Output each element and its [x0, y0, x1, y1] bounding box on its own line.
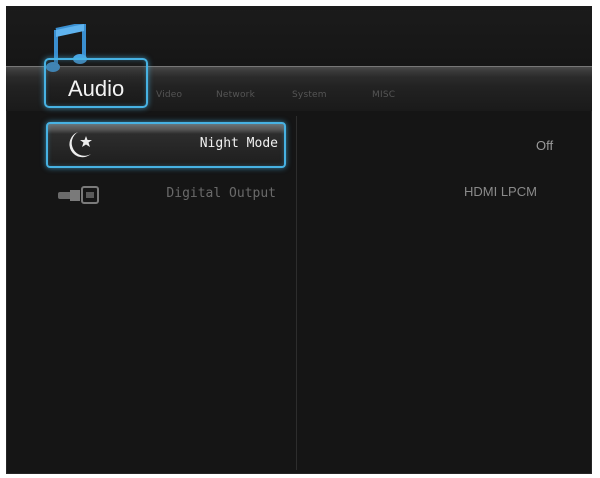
tab-system[interactable]: System: [292, 90, 327, 100]
digital-output-value: HDMI LPCM: [464, 184, 537, 199]
setup-screen: Audio Video Network System MISC Night Mo…: [6, 6, 592, 474]
tab-misc[interactable]: MISC: [372, 90, 395, 100]
tab-video[interactable]: Video: [156, 90, 182, 100]
night-mode-label: Night Mode: [199, 136, 278, 151]
hdmi-cable-icon: [58, 186, 99, 204]
digital-output-label: Digital Output: [166, 186, 276, 201]
tab-audio-label: Audio: [68, 76, 125, 101]
menu-item-digital-output[interactable]: Digital Output: [46, 174, 282, 216]
night-mode-value: Off: [536, 138, 554, 153]
tab-network[interactable]: Network: [216, 90, 255, 100]
moon-star-icon: [69, 132, 92, 158]
settings-menu: Night Mode Digital Output: [14, 116, 297, 470]
menu-item-night-mode[interactable]: Night Mode: [46, 122, 286, 168]
